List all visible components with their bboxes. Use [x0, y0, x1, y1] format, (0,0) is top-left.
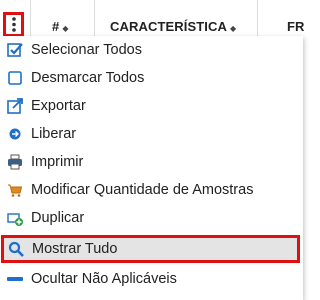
column-header-fr-label: FR — [287, 19, 305, 34]
menu-item-imprimir[interactable]: Imprimir — [0, 148, 303, 176]
menu-item-mostrar-tudo[interactable]: Mostrar Tudo — [1, 235, 300, 263]
menu-item-liberar[interactable]: Liberar — [0, 120, 303, 148]
column-options-button[interactable] — [3, 12, 24, 37]
table-header: # ◆ CARACTERÍSTICA ◆ FR — [0, 0, 305, 39]
menu-item-exportar[interactable]: Exportar — [0, 92, 303, 120]
column-header-fr[interactable]: FR — [287, 19, 305, 34]
menu-item-desmarcar-todos[interactable]: Desmarcar Todos — [0, 64, 303, 92]
menu-item-selecionar-todos[interactable]: Selecionar Todos — [0, 36, 303, 64]
sort-icon[interactable]: ◆ — [62, 24, 68, 33]
column-divider — [94, 0, 95, 38]
checked-checkbox-icon — [6, 41, 24, 59]
menu-item-label: Liberar — [31, 126, 77, 142]
menu-item-modificar-quantidade[interactable]: Modificar Quantidade de Amostras — [0, 176, 303, 204]
column-header-number-label: # — [52, 19, 60, 34]
menu-item-ocultar-nao-aplicaveis[interactable]: Ocultar Não Aplicáveis — [0, 265, 303, 293]
kebab-menu-icon — [11, 17, 16, 32]
column-divider — [30, 0, 31, 38]
duplicate-icon — [6, 209, 24, 227]
menu-item-label: Selecionar Todos — [31, 42, 142, 58]
column-divider — [257, 0, 258, 38]
menu-item-label: Duplicar — [31, 210, 85, 226]
menu-item-label: Exportar — [31, 98, 86, 114]
column-header-caracteristica[interactable]: CARACTERÍSTICA ◆ — [110, 19, 236, 34]
menu-item-label: Modificar Quantidade de Amostras — [31, 182, 254, 198]
column-header-caracteristica-label: CARACTERÍSTICA — [110, 19, 227, 34]
menu-item-label: Ocultar Não Aplicáveis — [31, 271, 177, 287]
menu-item-label: Imprimir — [31, 154, 84, 170]
minus-icon — [6, 270, 24, 288]
column-options-menu: Selecionar Todos Desmarcar Todos Exporta… — [0, 36, 303, 300]
arrow-right-circle-icon — [6, 125, 24, 143]
menu-item-duplicar[interactable]: Duplicar — [0, 204, 303, 232]
column-header-number[interactable]: # ◆ — [52, 19, 69, 34]
cart-icon — [6, 181, 24, 199]
search-icon — [7, 240, 25, 258]
empty-checkbox-icon — [6, 69, 24, 87]
printer-icon — [6, 153, 24, 171]
menu-item-label: Mostrar Tudo — [32, 241, 118, 257]
sort-icon[interactable]: ◆ — [230, 24, 236, 33]
menu-item-label: Desmarcar Todos — [31, 70, 145, 86]
export-icon — [6, 97, 24, 115]
